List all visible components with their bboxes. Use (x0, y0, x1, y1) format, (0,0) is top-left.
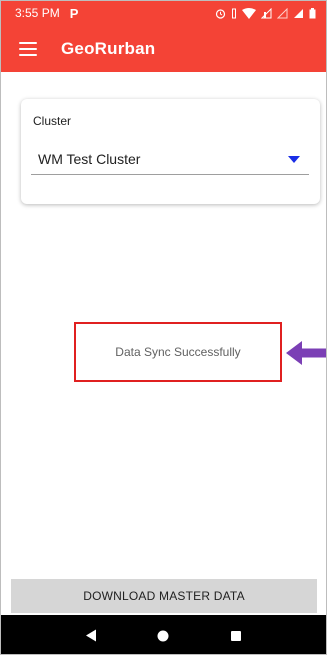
caret-down-icon[interactable] (288, 156, 300, 163)
download-master-data-button[interactable]: DOWNLOAD MASTER DATA (11, 579, 317, 613)
home-circle-icon[interactable] (148, 621, 178, 651)
sync-toast-highlight: Data Sync Successfully (74, 322, 282, 382)
app-screen: 3:55 PM P GeoRurban Cluster WM Test Clus… (0, 0, 327, 655)
cluster-label: Cluster (33, 114, 72, 128)
notification-icon: P (69, 5, 79, 21)
battery-icon (309, 7, 316, 18)
status-icons (215, 7, 316, 19)
back-triangle-icon[interactable] (76, 621, 106, 651)
cluster-card: Cluster WM Test Cluster (21, 99, 320, 204)
cluster-selected-value: WM Test Cluster (38, 151, 141, 167)
vibrate-icon (232, 8, 236, 18)
wifi-icon (242, 7, 256, 19)
app-title: GeoRurban (61, 38, 156, 58)
hamburger-menu-icon[interactable] (19, 41, 37, 56)
recents-square-icon[interactable] (221, 621, 251, 651)
status-time: 3:55 PM (15, 6, 60, 20)
sync-toast-message: Data Sync Successfully (115, 345, 241, 359)
signal-empty-icon (277, 7, 288, 18)
app-bar: GeoRurban (1, 25, 326, 72)
annotation-arrow-icon (286, 341, 326, 365)
signal-icon (294, 8, 303, 18)
alarm-icon (215, 8, 226, 19)
data-icon (261, 7, 272, 18)
navigation-bar (1, 615, 326, 654)
status-bar: 3:55 PM P (1, 1, 326, 25)
cluster-dropdown[interactable]: WM Test Cluster (31, 145, 309, 175)
